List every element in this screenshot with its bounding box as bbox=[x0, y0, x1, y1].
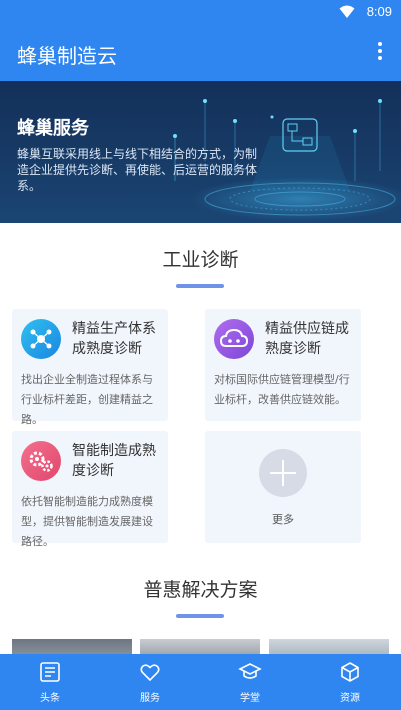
card-title: 精益生产体系成熟度诊断 bbox=[72, 321, 156, 357]
heart-icon bbox=[140, 664, 160, 682]
card-title: 精益供应链成熟度诊断 bbox=[265, 321, 349, 357]
service-banner[interactable]: 蜂巢服务 蜂巢互联采用线上与线下相结合的方式，为制造企业提供先诊断、再使能、后运… bbox=[0, 81, 401, 223]
tab-label: 资源 bbox=[340, 693, 360, 704]
more-vertical-icon[interactable] bbox=[377, 42, 383, 64]
diagnosis-section-title: 工业诊断 bbox=[162, 249, 239, 271]
card-description: 对标国际供应链管理模型/行业标杆，改善供应链效能。 bbox=[214, 373, 350, 406]
card-smart-manufacturing[interactable]: 智能制造成熟度诊断 依托智能制造能力成熟度模型，提供智能制造发展建设路径。 bbox=[12, 431, 168, 548]
card-lean-supply-chain[interactable]: 精益供应链成熟度诊断 对标国际供应链管理模型/行业标杆，改善供应链效能。 bbox=[205, 309, 361, 421]
tab-label: 服务 bbox=[140, 693, 160, 704]
plus-icon bbox=[259, 449, 307, 497]
tab-label: 头条 bbox=[40, 693, 60, 704]
card-lean-production[interactable]: 精益生产体系成熟度诊断 找出企业全制造过程体系与行业标杆差距，创建精益之路。 bbox=[12, 309, 168, 426]
status-bar: 8:09 bbox=[0, 0, 401, 25]
solutions-section-underline bbox=[176, 614, 224, 618]
diagnosis-section-underline bbox=[176, 284, 224, 288]
graduation-cap-icon bbox=[238, 663, 262, 679]
card-more[interactable]: 更多 bbox=[205, 431, 361, 543]
app-bar: 蜂巢制造云 bbox=[0, 25, 401, 81]
card-title: 智能制造成熟度诊断 bbox=[72, 443, 156, 479]
tab-news[interactable]: 头条 bbox=[0, 654, 100, 710]
tab-services[interactable]: 服务 bbox=[100, 654, 200, 710]
tab-academy[interactable]: 学堂 bbox=[200, 654, 300, 710]
solutions-section-title: 普惠解决方案 bbox=[143, 579, 258, 601]
banner-description: 蜂巢互联采用线上与线下相结合的方式，为制造企业提供先诊断、再使能、后运营的服务体… bbox=[17, 147, 258, 193]
card-description: 依托智能制造能力成熟度模型，提供智能制造发展建设路径。 bbox=[21, 495, 153, 548]
status-time: 8:09 bbox=[366, 4, 392, 19]
tab-label: 学堂 bbox=[240, 693, 260, 704]
network-icon bbox=[21, 319, 61, 359]
wifi-icon bbox=[339, 5, 355, 18]
card-description: 找出企业全制造过程体系与行业标杆差距，创建精益之路。 bbox=[21, 373, 153, 426]
gears-icon bbox=[21, 441, 61, 481]
news-icon bbox=[40, 662, 60, 682]
banner-title: 蜂巢服务 bbox=[17, 118, 89, 139]
cube-icon bbox=[341, 662, 359, 682]
tab-resources[interactable]: 资源 bbox=[300, 654, 400, 710]
cloud-icon bbox=[214, 319, 254, 359]
bottom-tab-bar: 头条 服务 学堂 资源 bbox=[0, 654, 401, 710]
more-label: 更多 bbox=[272, 513, 294, 526]
app-title: 蜂巢制造云 bbox=[17, 44, 117, 68]
